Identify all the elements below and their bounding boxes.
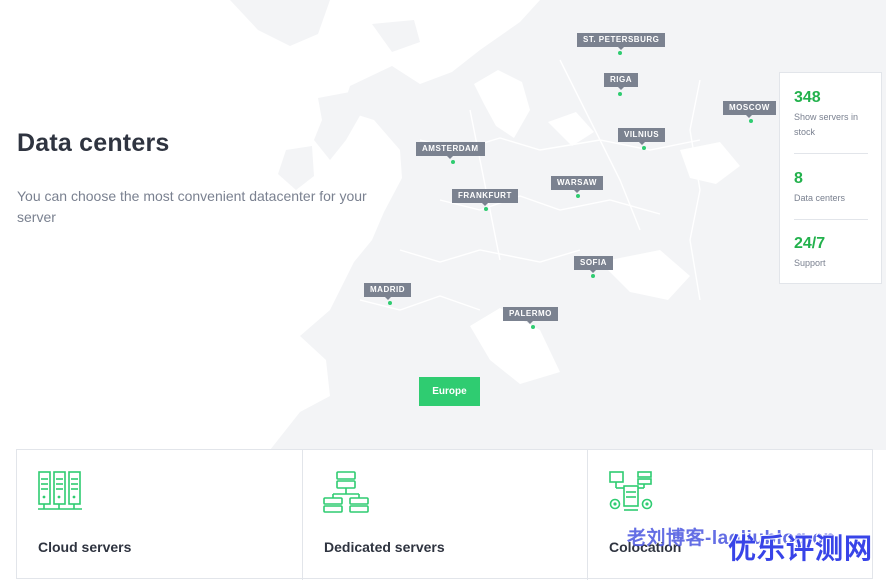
card-title: Dedicated servers [324,539,445,555]
card-dedicated-servers[interactable]: Dedicated servers [302,450,588,580]
city-dot [388,301,392,305]
city-label: SOFIA [574,256,613,273]
page-subtitle: You can choose the most convenient datac… [17,188,367,225]
city-label: MOSCOW [723,101,776,118]
city-label: MADRID [364,283,411,300]
city-dot [484,207,488,211]
city-dot [642,146,646,150]
watermark-brand-text: 优乐评测网 [728,533,874,564]
city-label: RIGA [604,73,638,90]
server-rack-icon [38,471,82,510]
stat-value: 348 [794,89,821,106]
city-label: WARSAW [551,176,603,193]
city-label: ST. PETERSBURG [577,33,666,50]
stats-panel: 348 Show servers in stock 8 Data centers… [779,72,882,284]
card-cloud-servers[interactable]: Cloud servers [17,450,302,580]
stat-label: Data centers [794,193,846,203]
city-label: VILNIUS [618,128,666,145]
colocation-gears-icon [609,471,653,511]
stat-support: 24/7 Support [794,235,870,271]
city-dot [451,160,455,164]
page-title: Data centers [17,129,170,157]
card-title: Cloud servers [38,539,132,555]
region-europe-button[interactable]: Europe [419,377,480,406]
city-dot [591,274,595,278]
stat-data-centers: 8 Data centers [794,170,870,206]
city-dot [749,119,753,123]
city-dot [531,325,535,329]
stat-divider [794,153,868,154]
city-dot [618,51,622,55]
city-label: FRANKFURT [452,189,518,206]
stat-value: 8 [794,170,803,187]
city-dot [618,92,622,96]
stat-label: Show servers in stock [794,112,859,137]
server-network-icon [323,471,369,513]
city-dot [576,194,580,198]
stat-label: Support [794,258,826,268]
stat-servers-in-stock: 348 Show servers in stock [794,89,870,140]
stat-value: 24/7 [794,235,826,252]
city-label: AMSTERDAM [416,142,485,159]
stat-divider [794,219,868,220]
city-label: PALERMO [503,307,558,324]
